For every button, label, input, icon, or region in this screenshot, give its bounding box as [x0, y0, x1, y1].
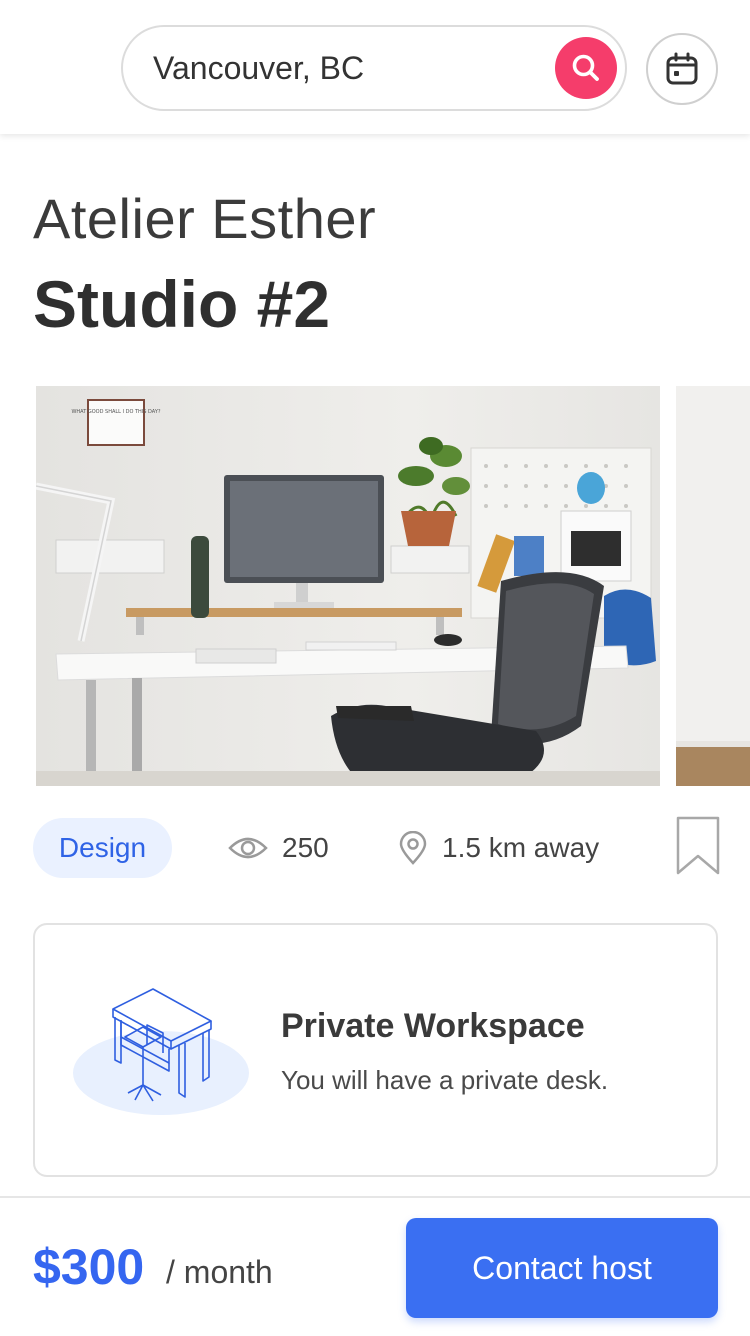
location-pin-icon [398, 831, 428, 865]
location-search-input[interactable]: Vancouver, BC [153, 27, 364, 109]
space-name: Studio #2 [33, 267, 331, 341]
top-bar: Vancouver, BC [0, 0, 750, 134]
category-tag[interactable]: Design [33, 818, 172, 878]
contact-host-button[interactable]: Contact host [406, 1218, 718, 1318]
listing-photo[interactable]: WHAT GOOD SHALL I DO THIS DAY? [36, 386, 660, 786]
bookmark-icon [676, 816, 720, 875]
workspace-description: You will have a private desk. [281, 1065, 609, 1095]
workspace-type-card: Private Workspace You will have a privat… [33, 923, 718, 1177]
bookmark-button[interactable] [676, 816, 720, 881]
search-icon [572, 54, 599, 81]
price-period: / month [166, 1254, 273, 1290]
workspace-title: Private Workspace [281, 1007, 585, 1045]
booking-bar: $300 / month Contact host [0, 1196, 750, 1336]
distance-value: 1.5 km away [442, 832, 600, 863]
desk-illustration [73, 985, 253, 1125]
calendar-button[interactable] [646, 33, 718, 105]
calendar-icon [666, 52, 698, 85]
next-listing-photo[interactable] [676, 386, 750, 786]
host-name: Atelier Esther [33, 187, 377, 250]
view-count: 250 [228, 818, 329, 878]
search-button[interactable] [555, 37, 617, 99]
eye-icon [228, 835, 268, 861]
location-search-field[interactable]: Vancouver, BC [121, 25, 627, 111]
price: $300 [33, 1239, 145, 1295]
view-count-value: 250 [282, 832, 329, 863]
distance: 1.5 km away [398, 818, 599, 878]
sign-text: WHAT GOOD SHALL I DO THIS DAY? [71, 409, 160, 415]
